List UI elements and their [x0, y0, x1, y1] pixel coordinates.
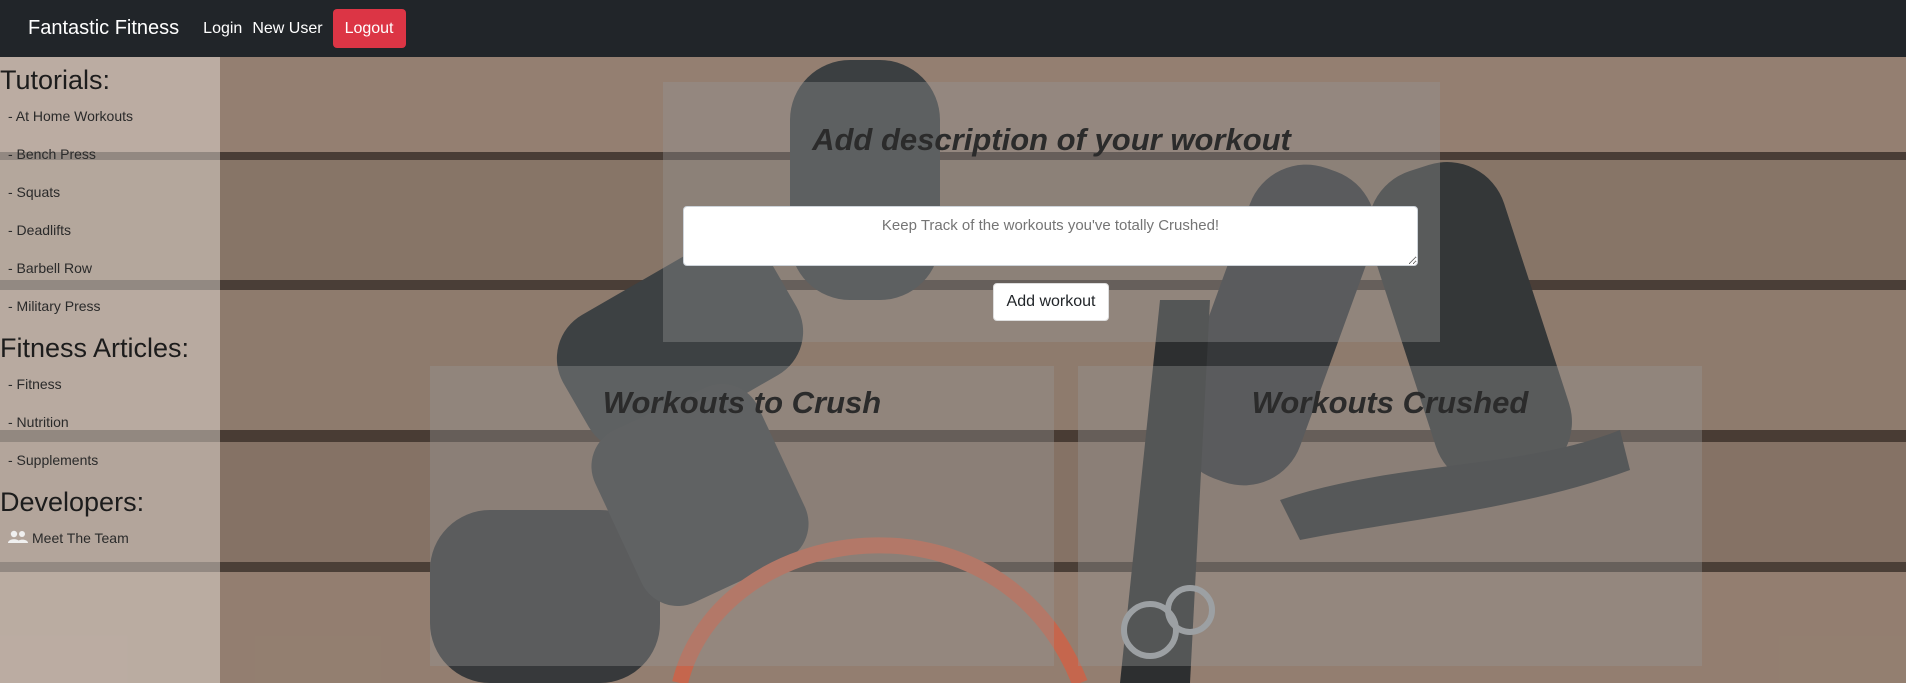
- tutorials-heading: Tutorials:: [0, 65, 111, 95]
- brand-link[interactable]: Fantastic Fitness: [28, 17, 179, 40]
- workouts-to-crush-panel: Workouts to Crush: [430, 366, 1054, 666]
- sidebar-item-nutrition[interactable]: - Nutrition: [0, 403, 220, 441]
- workout-description-input[interactable]: [683, 206, 1418, 266]
- sidebar-item-deadlifts[interactable]: - Deadlifts: [0, 211, 220, 249]
- sidebar: Tutorials: - At Home Workouts - Bench Pr…: [0, 57, 220, 683]
- sidebar-item-military-press[interactable]: - Military Press: [0, 287, 220, 325]
- users-icon: [8, 520, 28, 558]
- new-user-link[interactable]: New User: [252, 20, 322, 38]
- sidebar-item-meet-the-team[interactable]: Meet The Team: [0, 519, 220, 558]
- add-workout-button[interactable]: Add workout: [993, 283, 1109, 321]
- add-workout-title: Add description of your workout: [812, 122, 1291, 157]
- workouts-crushed-panel: Workouts Crushed: [1078, 366, 1702, 666]
- add-workout-panel: Add description of your workout Add work…: [663, 82, 1440, 342]
- fitness-articles-heading: Fitness Articles:: [0, 333, 190, 363]
- logout-button[interactable]: Logout: [332, 9, 406, 48]
- sidebar-item-barbell-row[interactable]: - Barbell Row: [0, 249, 220, 287]
- meet-the-team-label: Meet The Team: [32, 530, 129, 546]
- workouts-to-crush-title: Workouts to Crush: [602, 385, 882, 420]
- top-navbar: Fantastic Fitness Login New User Logout: [0, 0, 1906, 57]
- sidebar-item-bench-press[interactable]: - Bench Press: [0, 135, 220, 173]
- sidebar-item-fitness[interactable]: - Fitness: [0, 365, 220, 403]
- login-link[interactable]: Login: [203, 20, 242, 38]
- sidebar-item-squats[interactable]: - Squats: [0, 173, 220, 211]
- workouts-crushed-title: Workouts Crushed: [1251, 385, 1529, 420]
- developers-heading: Developers:: [0, 487, 145, 517]
- sidebar-item-at-home-workouts[interactable]: - At Home Workouts: [0, 97, 220, 135]
- sidebar-item-supplements[interactable]: - Supplements: [0, 441, 220, 479]
